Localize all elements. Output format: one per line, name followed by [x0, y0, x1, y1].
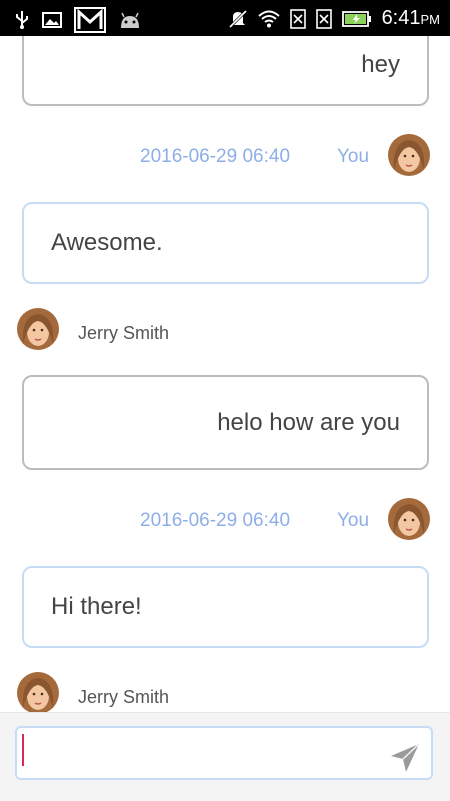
- send-icon: [391, 743, 420, 772]
- mute-icon: [228, 9, 248, 29]
- message-bubble-incoming[interactable]: Hi there!: [22, 566, 429, 648]
- send-button[interactable]: [388, 741, 422, 775]
- message-timestamp: 2016-06-29 06:40: [140, 146, 291, 167]
- status-bar: 6:41PM: [0, 0, 450, 36]
- message-input[interactable]: [15, 726, 433, 780]
- message-timestamp: 2016-06-29 06:40: [140, 510, 291, 531]
- no-sim-icon: [289, 9, 306, 29]
- message-bubble-outgoing[interactable]: hey: [22, 36, 429, 106]
- image-icon: [42, 11, 62, 29]
- avatar[interactable]: [388, 134, 430, 176]
- message-text: hey: [361, 51, 400, 78]
- battery-charging-icon: [341, 10, 372, 28]
- message-bubble-outgoing[interactable]: helo how are you: [22, 375, 429, 470]
- composer-bar: [0, 712, 450, 801]
- message-text: helo how are you: [217, 408, 400, 436]
- message-bubble-incoming[interactable]: Awesome.: [22, 202, 429, 284]
- chat-list[interactable]: hey 2016-06-29 06:40 You Awesome. Jerry …: [0, 36, 450, 712]
- clock: 6:41PM: [381, 7, 440, 29]
- sender-name: Jerry Smith: [78, 687, 170, 707]
- sender-name: Jerry Smith: [78, 323, 170, 343]
- avatar[interactable]: [388, 498, 430, 540]
- avatar[interactable]: [17, 672, 59, 712]
- usb-icon: [14, 10, 30, 30]
- gmail-icon: [74, 7, 106, 33]
- sender-name: You: [337, 510, 370, 531]
- android-icon: [118, 10, 142, 30]
- message-text: Hi there!: [51, 593, 142, 620]
- no-sim-icon: [315, 9, 332, 29]
- text-caret: [22, 734, 24, 766]
- wifi-icon: [257, 10, 280, 28]
- sender-name: You: [337, 146, 370, 167]
- message-text: Awesome.: [51, 229, 163, 256]
- avatar[interactable]: [17, 308, 59, 350]
